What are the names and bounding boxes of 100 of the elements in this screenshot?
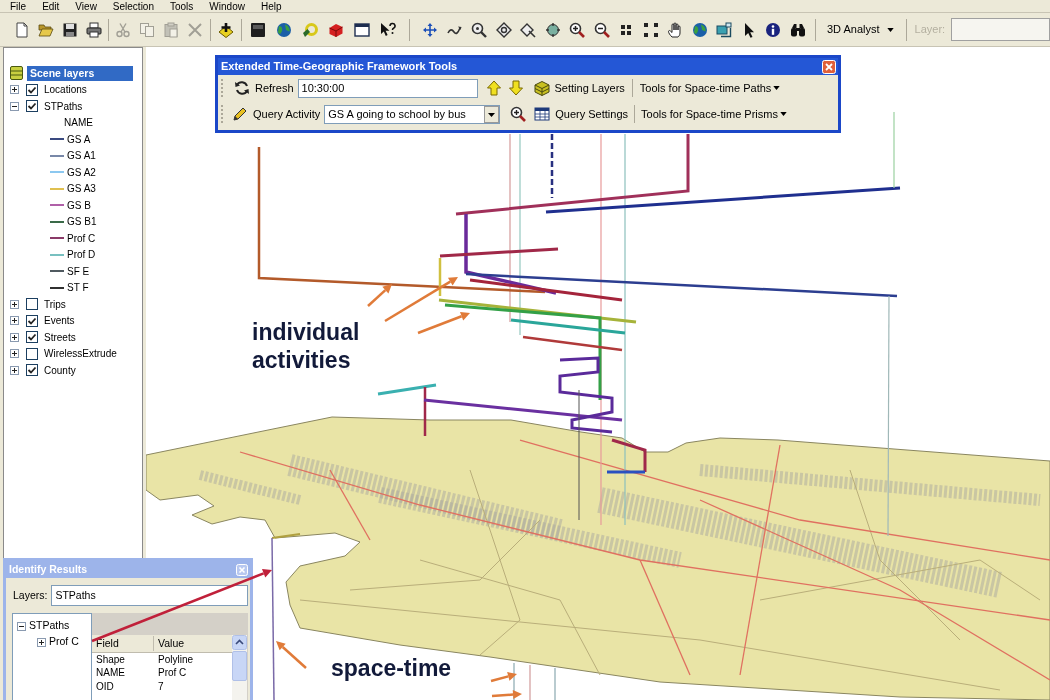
checkbox[interactable] bbox=[26, 331, 38, 344]
layers-icon bbox=[10, 66, 23, 81]
window-title: Extended Time-Geographic Framework Tools bbox=[221, 59, 458, 75]
leader-arrow bbox=[276, 641, 307, 669]
scroll-up-icon[interactable] bbox=[232, 635, 247, 650]
plus-box-icon[interactable] bbox=[10, 85, 19, 95]
window-title: Identify Results bbox=[9, 561, 88, 577]
save-icon[interactable] bbox=[62, 21, 78, 38]
menu-item[interactable]: View bbox=[75, 0, 97, 12]
screens-icon[interactable] bbox=[716, 21, 733, 38]
table-cell-text: Prof C bbox=[157, 667, 187, 680]
cube-icon[interactable] bbox=[533, 80, 550, 96]
column-header[interactable]: Field bbox=[92, 635, 154, 652]
globe-icon[interactable] bbox=[691, 21, 708, 38]
leader-arrow bbox=[490, 672, 517, 683]
plus-diamond-icon[interactable] bbox=[218, 21, 234, 38]
query-settings-button[interactable]: Query Settings bbox=[534, 105, 628, 123]
plus-box-icon[interactable] bbox=[10, 316, 19, 326]
tree-item[interactable]: STPaths bbox=[29, 618, 70, 634]
refresh-icon[interactable] bbox=[234, 80, 250, 96]
grip-handle[interactable] bbox=[221, 79, 224, 97]
scrollbar-thumb[interactable] bbox=[232, 651, 247, 681]
field-label: Layers: bbox=[13, 587, 48, 603]
analyst-menu[interactable]: 3D Analyst bbox=[821, 18, 900, 41]
caret-icon[interactable] bbox=[886, 27, 894, 32]
info-icon[interactable] bbox=[765, 21, 782, 38]
menu-item[interactable]: Selection bbox=[112, 0, 154, 12]
plus-box-icon[interactable] bbox=[10, 332, 19, 342]
legend-heading: NAME bbox=[64, 116, 93, 131]
legend-label: SF E bbox=[67, 264, 90, 279]
pencil-icon[interactable] bbox=[232, 106, 248, 122]
zoom-in-icon[interactable] bbox=[569, 21, 586, 38]
down-arrow-icon[interactable] bbox=[507, 80, 524, 96]
layer-name[interactable]: County bbox=[43, 363, 77, 377]
menu-item[interactable]: Edit bbox=[42, 0, 60, 12]
dots-outward-icon[interactable] bbox=[642, 21, 659, 38]
new-file-icon[interactable] bbox=[14, 21, 30, 38]
legend-label: Prof C bbox=[67, 231, 96, 246]
menu-item[interactable]: File bbox=[10, 0, 27, 12]
print-icon[interactable] bbox=[86, 21, 102, 38]
layer-name[interactable]: WirelessExtrude bbox=[43, 347, 118, 361]
table-cell-text: Shape bbox=[95, 653, 126, 666]
ring-icon[interactable] bbox=[302, 21, 318, 38]
magnifier-target-icon[interactable] bbox=[471, 21, 488, 38]
plus-box-icon[interactable] bbox=[10, 349, 19, 359]
zoom-out-icon[interactable] bbox=[593, 21, 610, 38]
window-icon[interactable] bbox=[354, 21, 370, 38]
column-header[interactable]: Value bbox=[154, 635, 185, 652]
prisms-tools-menu[interactable]: Tools for Space-time Prisms bbox=[641, 105, 787, 123]
menu-item[interactable]: Tools bbox=[170, 0, 194, 12]
plus-box-icon[interactable] bbox=[10, 365, 19, 375]
grip-handle[interactable] bbox=[221, 105, 224, 123]
close-icon[interactable] bbox=[822, 59, 836, 74]
layer-name[interactable]: Streets bbox=[43, 330, 77, 344]
binoculars-icon[interactable] bbox=[789, 21, 806, 38]
checkbox[interactable] bbox=[26, 314, 38, 327]
zoom-in-icon[interactable] bbox=[510, 106, 527, 122]
table-icon[interactable] bbox=[534, 106, 551, 122]
minus-box-icon[interactable] bbox=[17, 621, 26, 631]
caret-icon[interactable] bbox=[779, 112, 787, 116]
time-field[interactable]: 10:30:00 bbox=[297, 78, 478, 98]
legend-label: GS A2 bbox=[67, 165, 96, 180]
minus-box-icon[interactable] bbox=[10, 101, 19, 111]
pointer-question-icon[interactable] bbox=[380, 21, 396, 38]
table-cell-text: OID bbox=[95, 680, 115, 693]
diamond-target-icon[interactable] bbox=[495, 21, 512, 38]
layer-name[interactable]: Events bbox=[43, 314, 76, 328]
checkbox[interactable] bbox=[26, 347, 38, 360]
legend-label: GS A3 bbox=[67, 182, 96, 197]
layer-name[interactable]: STPaths bbox=[43, 99, 84, 113]
layer-field[interactable] bbox=[951, 18, 1050, 41]
refresh-button[interactable]: Refresh bbox=[234, 79, 294, 97]
leader-arrow bbox=[491, 690, 522, 700]
caret-icon[interactable] bbox=[773, 86, 781, 90]
paths-tools-menu[interactable]: Tools for Space-time Paths bbox=[639, 79, 781, 97]
query-activity-button[interactable]: Query Activity bbox=[232, 105, 321, 123]
layer-name[interactable]: Trips bbox=[43, 297, 67, 311]
menu-item[interactable]: Help bbox=[260, 0, 282, 12]
checkbox[interactable] bbox=[26, 298, 38, 311]
checkbox[interactable] bbox=[26, 100, 38, 113]
globe-icon[interactable] bbox=[276, 21, 292, 38]
diamond-handle-icon[interactable] bbox=[520, 21, 537, 38]
setting-layers-button[interactable]: Setting Layers bbox=[533, 79, 625, 97]
activity-combo[interactable]: GS A going to school by bus bbox=[324, 104, 501, 124]
open-folder-icon[interactable] bbox=[38, 21, 54, 38]
checkbox[interactable] bbox=[26, 83, 38, 96]
move-arrows-icon[interactable] bbox=[422, 21, 439, 38]
plus-box-icon[interactable] bbox=[37, 637, 46, 647]
crosshair-circle-icon[interactable] bbox=[544, 21, 561, 38]
square-icon[interactable] bbox=[250, 21, 266, 38]
up-arrow-icon[interactable] bbox=[485, 80, 502, 96]
plus-box-icon[interactable] bbox=[10, 299, 19, 309]
tree-item[interactable]: Prof C bbox=[49, 634, 79, 650]
layers-dropdown[interactable]: STPaths bbox=[51, 585, 248, 606]
hand-icon[interactable] bbox=[667, 21, 684, 38]
menu-item[interactable]: Window bbox=[209, 0, 245, 12]
layer-name[interactable]: Locations bbox=[43, 83, 88, 97]
tree-root[interactable]: Scene layers bbox=[27, 65, 133, 81]
checkbox[interactable] bbox=[26, 364, 38, 377]
box-3d-icon[interactable] bbox=[328, 21, 344, 38]
